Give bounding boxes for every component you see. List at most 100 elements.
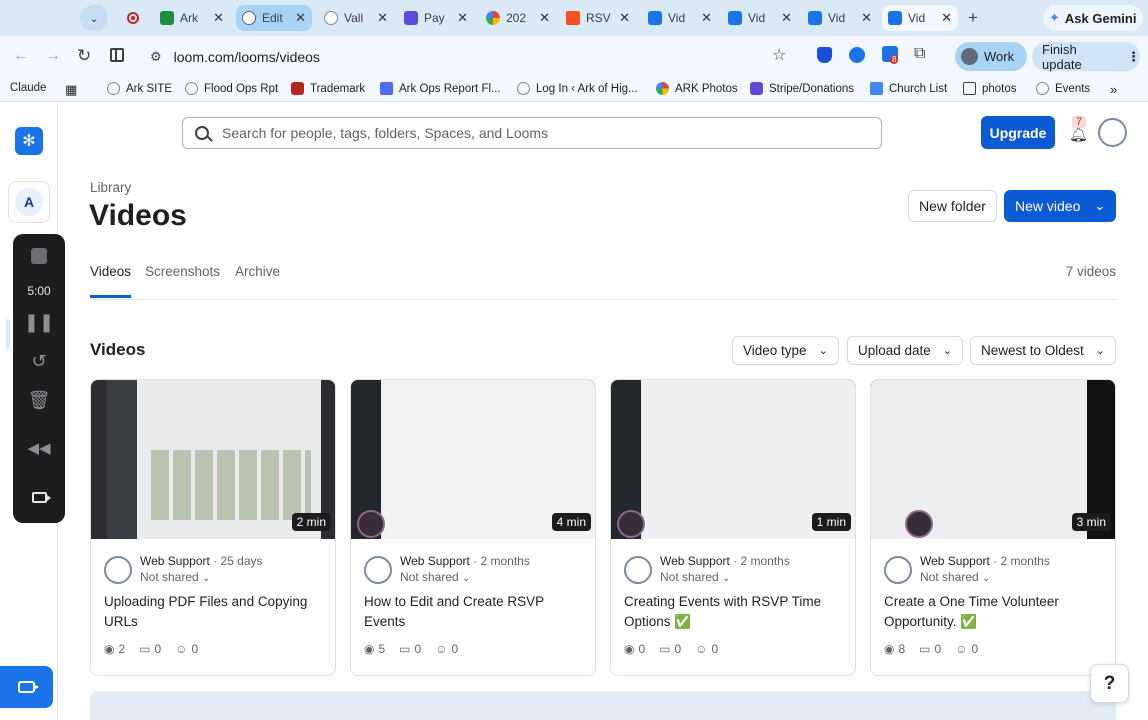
video-title[interactable]: Uploading PDF Files and Copying URLs xyxy=(104,592,326,632)
tab-valley[interactable]: Vall ✕ xyxy=(318,5,394,31)
trash-icon[interactable]: 🗑 xyxy=(13,390,65,411)
video-card[interactable]: 1 min Web Support · 2 months Not shared … xyxy=(610,379,856,676)
stop-icon[interactable] xyxy=(13,248,65,269)
tab-search-button[interactable]: ⌄ xyxy=(80,5,108,31)
close-tab-icon[interactable]: ✕ xyxy=(701,10,712,26)
video-type-filter[interactable]: Video type ⌄ xyxy=(732,336,839,365)
avatar xyxy=(961,48,978,65)
search-icon xyxy=(195,126,213,142)
video-thumbnail[interactable]: 2 min xyxy=(91,380,335,539)
new-video-button[interactable]: New video ⌄ xyxy=(1004,190,1116,222)
sharing-status[interactable]: Not shared ⌄ xyxy=(400,570,470,584)
bitwarden-icon[interactable] xyxy=(817,47,832,63)
help-button[interactable]: ? xyxy=(1090,664,1129,703)
bookmark-events[interactable]: Events xyxy=(1036,82,1090,95)
loom-logo-icon[interactable]: ✻ xyxy=(15,127,43,155)
tab-archive[interactable]: Archive xyxy=(235,264,280,279)
close-tab-icon[interactable]: ✕ xyxy=(941,10,952,26)
tab-photos[interactable]: 202 ✕ xyxy=(480,5,556,31)
workspace-switcher[interactable]: A xyxy=(8,181,50,223)
video-title[interactable]: Create a One Time Volunteer Opportunity.… xyxy=(884,592,1106,632)
browser-toolbar: ← → ↻ ⚙ loom.com/looms/videos ☆ 8 ⧉ Work… xyxy=(0,36,1148,77)
sharing-status[interactable]: Not shared ⌄ xyxy=(920,570,990,584)
tab-loom-current[interactable]: Vid ✕ xyxy=(882,5,958,31)
user-avatar[interactable] xyxy=(1098,118,1127,147)
video-title[interactable]: How to Edit and Create RSVP Events xyxy=(364,592,586,632)
video-card[interactable]: 3 min Web Support · 2 months Not shared … xyxy=(870,379,1116,676)
bookmark-ark-site[interactable]: Ark SITE xyxy=(107,82,172,95)
close-tab-icon[interactable]: ✕ xyxy=(781,10,792,26)
video-thumbnail[interactable]: 1 min xyxy=(611,380,855,539)
rewind-icon[interactable]: ◀◀ xyxy=(13,439,65,457)
camera-icon xyxy=(18,681,39,693)
tab-edit[interactable]: Edit ✕ xyxy=(236,5,312,31)
extension-icon[interactable]: 8 xyxy=(882,46,899,64)
bookmark-ark-ops-report[interactable]: Ark Ops Report Fl... xyxy=(380,82,501,95)
more-bookmarks-icon[interactable]: » xyxy=(1110,82,1117,97)
sharing-status[interactable]: Not shared ⌄ xyxy=(140,570,210,584)
back-icon[interactable]: ← xyxy=(13,47,29,65)
bookmark-claude[interactable]: Claude xyxy=(10,82,46,94)
wordpress-icon xyxy=(324,11,338,25)
new-tab-icon[interactable]: + xyxy=(968,8,978,28)
sharing-status[interactable]: Not shared ⌄ xyxy=(660,570,730,584)
close-tab-icon[interactable]: ✕ xyxy=(457,10,468,26)
tab-loom-3[interactable]: Vid ✕ xyxy=(802,5,878,31)
site-info-icon[interactable]: ⚙ xyxy=(150,49,162,65)
bookmark-star-icon[interactable]: ☆ xyxy=(772,45,786,65)
pause-icon[interactable]: ❚❚ xyxy=(13,312,65,333)
video-card[interactable]: 2 min Web Support · 25 days Not shared ⌄… xyxy=(90,379,336,676)
video-stats: ◉ 5 ▭ 0 ☺ 0 xyxy=(364,642,459,656)
author-line: Web Support · 2 months xyxy=(660,554,790,568)
close-tab-icon[interactable]: ✕ xyxy=(619,10,630,26)
close-tab-icon[interactable]: ✕ xyxy=(377,10,388,26)
bookmark-photos-folder[interactable]: photos xyxy=(963,82,1017,95)
forward-icon[interactable]: → xyxy=(45,47,61,65)
apps-grid-icon[interactable]: ▦ xyxy=(65,82,77,98)
camera-toggle-icon[interactable] xyxy=(13,487,65,508)
reload-icon[interactable]: ↻ xyxy=(77,46,91,66)
loom-icon xyxy=(728,11,742,25)
profile-button[interactable]: Work xyxy=(955,42,1027,71)
close-tab-icon[interactable]: ✕ xyxy=(539,10,550,26)
close-tab-icon[interactable]: ✕ xyxy=(213,10,224,26)
sort-order-select[interactable]: Newest to Oldest ⌄ xyxy=(970,336,1116,365)
side-panel-icon[interactable] xyxy=(110,48,124,62)
bookmark-stripe[interactable]: Stripe/Donations xyxy=(750,82,854,95)
comments-icon: ▭ xyxy=(659,642,671,656)
tab-rsvp[interactable]: RSV ✕ xyxy=(560,5,636,31)
bookmark-church-list[interactable]: Church List xyxy=(870,82,947,95)
breadcrumb[interactable]: Library xyxy=(90,180,131,195)
tab-ark[interactable]: Ark ✕ xyxy=(154,5,230,31)
tab-videos[interactable]: Videos xyxy=(90,264,131,279)
tab-screenshots[interactable]: Screenshots xyxy=(145,264,220,279)
tab-pay[interactable]: Pay ✕ xyxy=(398,5,474,31)
notifications-count: 7 xyxy=(1072,116,1087,128)
address-bar[interactable]: ⚙ loom.com/looms/videos xyxy=(140,42,800,72)
upload-date-filter[interactable]: Upload date ⌄ xyxy=(847,336,963,365)
record-video-button[interactable] xyxy=(0,666,53,708)
loom-extension-icon[interactable] xyxy=(849,47,865,63)
video-thumbnail[interactable]: 3 min xyxy=(871,380,1115,539)
close-tab-icon[interactable]: ✕ xyxy=(861,10,872,26)
restart-icon[interactable]: ↺ xyxy=(13,351,65,372)
puzzle-icon[interactable]: ⧉ xyxy=(914,45,925,63)
bookmark-flood-ops[interactable]: Flood Ops Rpt xyxy=(185,82,278,95)
finish-update-button[interactable]: Finish update ⋮ xyxy=(1032,42,1140,72)
bookmark-trademark[interactable]: Trademark xyxy=(291,82,365,95)
tab-recording[interactable] xyxy=(118,5,148,31)
upgrade-button[interactable]: Upgrade xyxy=(981,116,1055,149)
video-title[interactable]: Creating Events with RSVP Time Options ✅ xyxy=(624,592,846,632)
google-photos-icon xyxy=(486,11,500,25)
new-folder-button[interactable]: New folder xyxy=(908,190,997,222)
close-tab-icon[interactable]: ✕ xyxy=(295,10,306,26)
bookmark-ark-photos[interactable]: ARK Photos xyxy=(656,82,738,95)
search-input[interactable]: Search for people, tags, folders, Spaces… xyxy=(182,117,882,149)
trademark-icon xyxy=(291,82,304,95)
bookmark-login[interactable]: Log In ‹ Ark of Hig... xyxy=(517,82,638,95)
tab-loom-1[interactable]: Vid ✕ xyxy=(642,5,718,31)
video-card[interactable]: 4 min Web Support · 2 months Not shared … xyxy=(350,379,596,676)
video-thumbnail[interactable]: 4 min xyxy=(351,380,595,539)
ask-gemini-button[interactable]: ✦ Ask Gemini xyxy=(1043,5,1143,31)
tab-loom-2[interactable]: Vid ✕ xyxy=(722,5,798,31)
